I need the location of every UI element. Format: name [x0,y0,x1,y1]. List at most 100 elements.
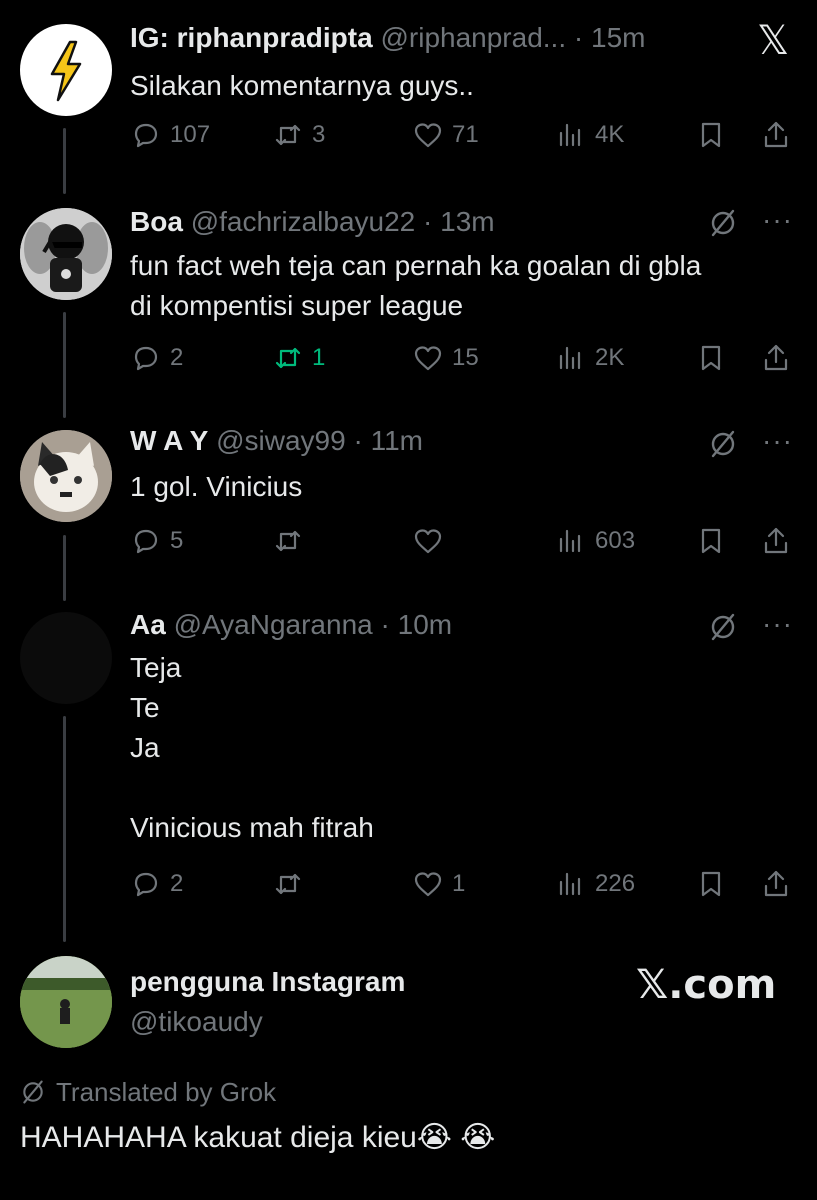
reply-count: 2 [170,344,184,371]
translated-by-grok: Translated by Grok [20,1077,276,1108]
views-icon [559,872,581,896]
bookmark-button[interactable] [695,521,727,561]
reply-icon [134,872,158,897]
cat-avatar-icon [20,430,112,522]
display-name[interactable]: W A Y [130,425,208,456]
footer-user-handle[interactable]: @tikoaudy [130,1006,263,1038]
grok-icon[interactable] [708,208,738,243]
tweet-actions: 5 603 [130,521,795,561]
bookmark-button[interactable] [695,115,727,155]
more-options-icon[interactable]: ··· [762,204,793,236]
timestamp[interactable]: 13m [440,206,494,237]
share-button[interactable] [760,115,792,155]
retweet-button[interactable] [272,521,312,561]
reply-count: 2 [170,870,184,897]
view-count: 4K [595,121,625,148]
reply-count: 5 [170,527,184,554]
retweet-icon [275,124,301,146]
view-count: 2K [595,344,625,371]
retweet-icon [275,347,301,369]
views-button[interactable]: 2K [555,338,624,378]
tweet-text: 1 gol. Vinicius [130,471,303,502]
retweet-button[interactable] [272,864,312,904]
reply-button[interactable]: 107 [130,115,210,155]
reply-icon [134,123,158,148]
retweet-button[interactable]: 1 [272,338,325,378]
tweet-text: Teja Te Ja Vinicious mah fitrah [130,652,374,843]
view-count: 603 [595,527,636,554]
like-count: 1 [452,870,466,897]
thread-line-2 [63,312,66,418]
grok-icon[interactable] [708,429,738,464]
bookmark-icon [701,528,721,554]
tweet-actions: 2 1 226 [130,864,795,904]
share-button[interactable] [760,864,792,904]
display-name[interactable]: Aa [130,609,166,640]
timestamp[interactable]: 10m [398,609,452,640]
heart-icon [414,123,442,148]
reply-icon [134,346,158,371]
avatar-ayangaranna[interactable] [20,612,112,704]
dot-separator: · [415,206,441,237]
avatar-fachrizalbayu22[interactable] [20,208,112,300]
x-logo-icon[interactable]: 𝕏 [757,18,789,64]
grok-icon [20,1079,48,1107]
thread-line-4 [63,716,66,942]
like-button[interactable] [412,521,452,561]
grok-icon[interactable] [708,612,738,647]
views-icon [559,529,581,553]
user-handle[interactable]: @fachrizalbayu22 [191,206,416,237]
like-button[interactable]: 1 [412,864,465,904]
like-button[interactable]: 15 [412,338,479,378]
user-handle[interactable]: @riphanprad... [380,22,566,53]
bookmark-button[interactable] [695,864,727,904]
tweet-actions: 2 1 15 2K [130,338,795,378]
bookmark-icon [701,345,721,371]
bookmark-icon [701,122,721,148]
share-button[interactable] [760,521,792,561]
timestamp[interactable]: 15m [591,22,645,53]
bookmark-button[interactable] [695,338,727,378]
reply-button[interactable]: 5 [130,521,183,561]
user-handle[interactable]: @siway99 [216,425,346,456]
avatar-siway99[interactable] [20,430,112,522]
retweet-icon [275,873,301,895]
views-button[interactable]: 4K [555,115,624,155]
tweet-header: IG: riphanpradipta @riphanprad... · 15m [130,22,645,54]
reply-button[interactable]: 2 [130,864,183,904]
heart-icon [414,529,442,554]
timestamp[interactable]: 11m [371,425,423,456]
dot-separator: · [372,609,398,640]
avatar-riphanpradipta[interactable] [20,24,112,116]
thread-line-3 [63,535,66,601]
tweet-header: Aa @AyaNgaranna · 10m [130,609,452,641]
retweet-icon [275,530,301,552]
more-options-icon[interactable]: ··· [762,608,793,640]
user-handle[interactable]: @AyaNgaranna [174,609,373,640]
share-icon [764,121,788,148]
reply-icon [134,529,158,554]
like-button[interactable]: 71 [412,115,479,155]
share-button[interactable] [760,338,792,378]
dot-separator: · [345,425,371,456]
heart-icon [414,872,442,897]
heart-icon [414,346,442,371]
retweet-count: 3 [312,121,326,148]
views-button[interactable]: 603 [555,521,635,561]
views-button[interactable]: 226 [555,864,635,904]
retweet-button[interactable]: 3 [272,115,325,155]
footer-display-name[interactable]: pengguna Instagram [130,966,405,998]
lightning-bolt-icon [50,40,82,102]
reply-button[interactable]: 2 [130,338,183,378]
views-icon [559,123,581,147]
more-options-icon[interactable]: ··· [762,425,793,457]
display-name[interactable]: Boa [130,206,183,237]
like-count: 71 [452,121,479,148]
share-icon [764,344,788,371]
display-name[interactable]: IG: riphanpradipta [130,22,373,53]
avatar-tikoaudy[interactable] [20,956,112,1048]
tweet-header: Boa @fachrizalbayu22 · 13m [130,206,495,238]
tweet-text: fun fact weh teja can pernah ka goalan d… [130,250,702,321]
field-photo-icon [20,956,112,1048]
view-count: 226 [595,870,636,897]
